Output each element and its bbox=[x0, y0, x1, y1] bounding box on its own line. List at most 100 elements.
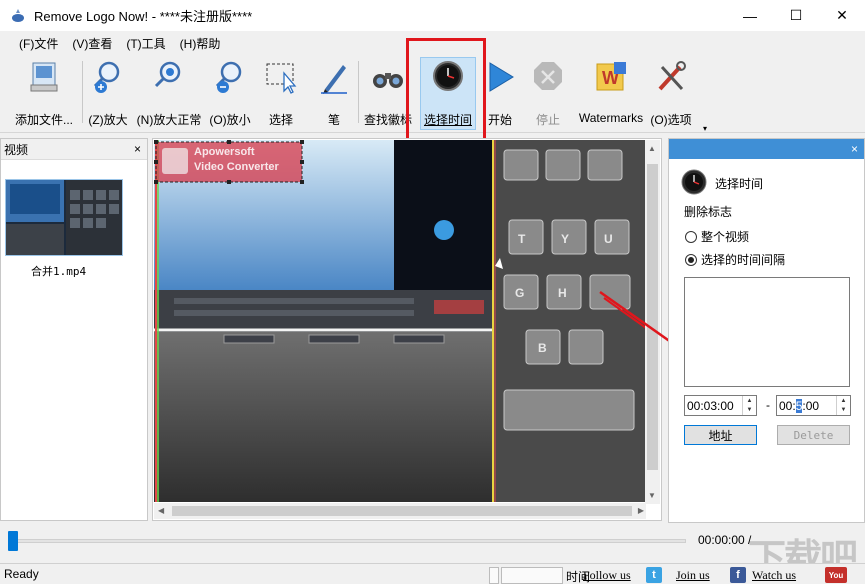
zoom-normal-button[interactable]: (N)放大正常 bbox=[135, 59, 203, 129]
add-file-label: 添加文件... bbox=[14, 113, 73, 127]
zoom-out-label: (O)放小 bbox=[209, 113, 251, 127]
minimize-button[interactable]: — bbox=[727, 0, 773, 31]
spin-down-icon[interactable]: ▼ bbox=[747, 407, 753, 413]
status-bar: Ready 时间 Follow us t Join us f Watch us … bbox=[0, 563, 865, 584]
youtube-icon[interactable]: You bbox=[825, 567, 847, 583]
zoom-in-icon bbox=[90, 59, 126, 95]
toolbar-separator bbox=[358, 61, 359, 123]
timeline-track[interactable] bbox=[8, 539, 686, 543]
app-window: Remove Logo Now! - ****未注册版**** — ☐ ✕ (F… bbox=[0, 0, 865, 584]
interval-list[interactable] bbox=[684, 277, 850, 387]
radio-selected-interval[interactable]: 选择的时间间隔 bbox=[685, 251, 785, 268]
select-time-panel-header: × bbox=[669, 139, 864, 159]
start-time-spinner[interactable]: ▲ ▼ bbox=[742, 396, 756, 415]
app-logo-icon bbox=[10, 8, 26, 24]
timeline-slider-thumb[interactable] bbox=[8, 531, 18, 551]
play-icon bbox=[482, 59, 518, 95]
spin-down-icon[interactable]: ▼ bbox=[841, 407, 847, 413]
video-list-panel: 视频 × 合并1.mp4 bbox=[0, 138, 148, 521]
select-time-panel: × 选择时间 删除标志 整个视频 选择的时间间隔 00:03:00 ▲ ▼ - 0… bbox=[668, 138, 865, 523]
video-horizontal-scrollbar[interactable]: ◀ ▶ bbox=[154, 503, 646, 519]
logo-overlay-brand: Apowersoft bbox=[194, 146, 255, 158]
logo-overlay-product: Video Converter bbox=[194, 161, 279, 173]
select-time-title-row: 选择时间 bbox=[681, 169, 763, 198]
facebook-icon[interactable]: f bbox=[730, 567, 746, 583]
menu-view[interactable]: (V)查看 bbox=[65, 35, 119, 52]
spin-up-icon[interactable]: ▲ bbox=[841, 398, 847, 404]
watermarks-label: Watermarks bbox=[578, 111, 644, 125]
title-bar: Remove Logo Now! - ****未注册版**** — ☐ ✕ bbox=[0, 0, 865, 31]
scroll-up-icon[interactable]: ▲ bbox=[648, 144, 656, 153]
video-thumbnail[interactable] bbox=[5, 179, 123, 256]
pen-icon bbox=[316, 59, 352, 95]
select-time-title: 选择时间 bbox=[715, 177, 764, 191]
pen-tool-button[interactable]: 笔 bbox=[316, 59, 352, 129]
scroll-left-icon[interactable]: ◀ bbox=[158, 506, 164, 515]
menu-tools[interactable]: (T)工具 bbox=[119, 35, 172, 52]
watch-us-link[interactable]: Watch us bbox=[752, 568, 796, 583]
stop-label: 停止 bbox=[535, 113, 560, 127]
radio-whole-video[interactable]: 整个视频 bbox=[685, 228, 749, 245]
video-preview-area: TYU GH B Apowersoft Video Converter ▲ ▼ … bbox=[152, 138, 662, 521]
svg-text:H: H bbox=[558, 286, 567, 300]
close-button[interactable]: ✕ bbox=[819, 0, 865, 31]
binoculars-icon bbox=[370, 59, 406, 95]
start-time-field[interactable]: 00:03:00 ▲ ▼ bbox=[684, 395, 757, 416]
scroll-down-icon[interactable]: ▼ bbox=[648, 491, 656, 500]
add-file-button[interactable]: 添加文件... bbox=[8, 59, 80, 129]
menu-file[interactable]: (F)文件 bbox=[12, 35, 65, 52]
follow-us-link[interactable]: Follow us bbox=[583, 568, 631, 583]
end-time-selected-digit[interactable]: 5 bbox=[795, 398, 803, 413]
end-time-spinner[interactable]: ▲ ▼ bbox=[836, 396, 850, 415]
watermarks-icon: W bbox=[593, 59, 629, 95]
zoom-out-button[interactable]: (O)放小 bbox=[205, 59, 255, 129]
select-time-panel-close-icon[interactable]: × bbox=[851, 142, 858, 156]
twitter-icon[interactable]: t bbox=[646, 567, 662, 583]
start-button[interactable]: 开始 bbox=[482, 59, 518, 129]
end-time-prefix: 00: bbox=[779, 398, 796, 413]
status-ready: Ready bbox=[4, 567, 39, 581]
svg-text:U: U bbox=[604, 232, 613, 246]
find-logo-label: 查找徽标 bbox=[363, 113, 412, 127]
select-cursor-icon bbox=[263, 59, 299, 95]
time-range-dash: - bbox=[766, 398, 770, 412]
zoom-normal-icon bbox=[151, 59, 187, 95]
toolbar-separator bbox=[82, 61, 83, 123]
end-time-field[interactable]: 00: 5:00 ▲ ▼ bbox=[776, 395, 851, 416]
horizontal-scroll-thumb[interactable] bbox=[172, 506, 632, 516]
zoom-in-button[interactable]: (Z)放大 bbox=[86, 59, 130, 129]
svg-text:T: T bbox=[518, 232, 526, 246]
zoom-in-label: (Z)放大 bbox=[88, 113, 128, 127]
address-button[interactable]: 地址 bbox=[684, 425, 757, 445]
tools-icon bbox=[653, 59, 689, 95]
radio-whole-video-label: 整个视频 bbox=[701, 230, 750, 244]
toolbar-overflow-icon[interactable]: ▾ bbox=[703, 124, 707, 133]
status-field bbox=[489, 567, 499, 584]
annotation-highlight-box bbox=[406, 38, 486, 145]
menu-help[interactable]: (H)帮助 bbox=[173, 35, 228, 52]
watermarks-button[interactable]: W Watermarks bbox=[576, 59, 646, 129]
video-frame[interactable]: T Y U G H B Apowersoft Video Converter bbox=[154, 140, 646, 502]
options-button[interactable]: (O)选项 bbox=[649, 59, 693, 129]
svg-text:Y: Y bbox=[561, 232, 569, 246]
maximize-button[interactable]: ☐ bbox=[773, 0, 819, 31]
spin-up-icon[interactable]: ▲ bbox=[747, 398, 753, 404]
time-readout: 00:00:00 / bbox=[698, 533, 752, 547]
radio-whole-video-circle[interactable] bbox=[685, 230, 697, 243]
zoom-out-icon bbox=[212, 59, 248, 95]
stop-button: 停止 bbox=[530, 59, 566, 129]
scroll-right-icon[interactable]: ▶ bbox=[638, 506, 644, 515]
clock-icon bbox=[681, 169, 707, 198]
status-field bbox=[501, 567, 563, 584]
join-us-link[interactable]: Join us bbox=[676, 568, 710, 583]
end-time-suffix: :00 bbox=[802, 398, 820, 413]
radio-selected-interval-circle[interactable] bbox=[685, 253, 697, 266]
start-label: 开始 bbox=[487, 113, 512, 127]
add-file-icon bbox=[26, 59, 62, 95]
window-title: Remove Logo Now! - ****未注册版**** bbox=[34, 9, 253, 24]
delete-button: Delete bbox=[777, 425, 850, 445]
radio-selected-interval-label: 选择的时间间隔 bbox=[701, 253, 786, 267]
select-tool-button[interactable]: 选择 bbox=[263, 59, 299, 129]
video-list-close-icon[interactable]: × bbox=[134, 142, 141, 156]
video-list-header: 视频 × bbox=[1, 139, 147, 160]
